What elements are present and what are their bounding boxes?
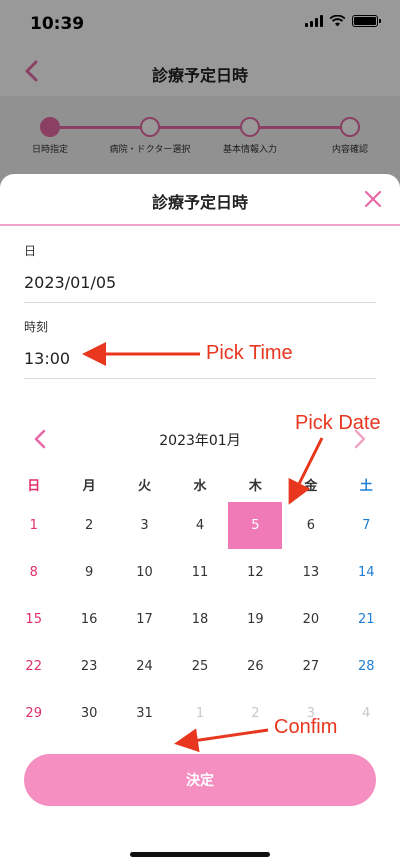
calendar-day[interactable]: 19 <box>228 596 283 643</box>
calendar-day[interactable]: 8 <box>6 549 61 596</box>
calendar-day-number: 8 <box>29 565 38 580</box>
sheet-header: 診療予定日時 <box>0 174 400 226</box>
date-field-value[interactable]: 2023/01/05 <box>24 273 376 303</box>
weekday-header: 土 <box>359 478 373 494</box>
home-indicator <box>130 852 270 857</box>
weekday-header: 日 <box>27 478 41 494</box>
calendar-day-number: 17 <box>136 612 153 627</box>
calendar-day[interactable]: 4 <box>172 502 227 549</box>
calendar-day[interactable]: 31 <box>117 690 172 737</box>
calendar-day-number: 1 <box>29 518 38 533</box>
calendar-day[interactable]: 24 <box>117 643 172 690</box>
calendar-day[interactable]: 15 <box>6 596 61 643</box>
calendar-day-number: 23 <box>80 659 98 674</box>
calendar-day-number: 4 <box>362 706 371 721</box>
calendar-day: 1 <box>172 690 227 737</box>
calendar-day-number: 4 <box>195 518 205 533</box>
calendar-day-number: 26 <box>247 659 264 674</box>
calendar-day[interactable]: 30 <box>61 690 116 737</box>
calendar-day-number: 20 <box>302 612 320 627</box>
calendar-day[interactable]: 18 <box>172 596 227 643</box>
calendar-day[interactable]: 9 <box>61 549 116 596</box>
calendar-day-number: 27 <box>302 659 320 674</box>
calendar-day-number: 25 <box>191 659 209 674</box>
calendar-day[interactable]: 7 <box>339 502 394 549</box>
weekday-header: 月 <box>82 478 96 494</box>
calendar-day-number: 18 <box>191 612 209 627</box>
calendar-day-number: 14 <box>357 565 375 580</box>
calendar-day[interactable]: 29 <box>6 690 61 737</box>
calendar-day-number: 1 <box>195 706 205 721</box>
confirm-button-label: 決定 <box>186 773 214 789</box>
calendar-grid: 日月火水木金土 1 2 3 4 5 6 7 8 9 10 11 12 13 14 15 16 17 18 19 20 21… <box>6 466 394 737</box>
calendar-day-number: 13 <box>302 565 320 580</box>
calendar-day-number: 5 <box>228 502 283 549</box>
calendar-day-number: 22 <box>25 659 42 674</box>
calendar-day[interactable]: 27 <box>283 643 338 690</box>
calendar-day[interactable]: 23 <box>61 643 116 690</box>
calendar-day-number: 3 <box>140 518 149 533</box>
calendar-day[interactable]: 11 <box>172 549 227 596</box>
confirm-button[interactable]: 決定 <box>24 754 376 806</box>
calendar-day: 4 <box>339 690 394 737</box>
time-field-label: 時刻 <box>24 320 49 334</box>
calendar-day[interactable]: 25 <box>172 643 227 690</box>
pick-date-annotation: Pick Date <box>295 412 381 434</box>
time-field[interactable]: 時刻 13:00 <box>24 318 376 379</box>
calendar-day[interactable]: 20 <box>283 596 338 643</box>
calendar-day-number: 11 <box>191 565 209 580</box>
calendar-day-number: 6 <box>306 518 315 533</box>
calendar-day-number: 15 <box>25 612 42 627</box>
pick-time-annotation: Pick Time <box>206 342 293 364</box>
calendar-day[interactable]: 2 <box>61 502 116 549</box>
calendar-day[interactable]: 6 <box>283 502 338 549</box>
calendar-day[interactable]: 26 <box>228 643 283 690</box>
calendar-day[interactable]: 17 <box>117 596 172 643</box>
calendar-day-number: 28 <box>357 659 375 674</box>
calendar-day-number: 24 <box>136 659 153 674</box>
calendar-day[interactable]: 22 <box>6 643 61 690</box>
calendar-day-number: 16 <box>80 612 98 627</box>
calendar-day-number: 31 <box>136 706 153 721</box>
calendar-day-number: 21 <box>357 612 375 627</box>
calendar-day-number: 12 <box>247 565 264 580</box>
calendar-day-number: 19 <box>247 612 264 627</box>
weekday-header: 火 <box>138 478 152 494</box>
sheet-title: 診療予定日時 <box>151 193 248 212</box>
calendar-day[interactable]: 13 <box>283 549 338 596</box>
calendar-day[interactable]: 12 <box>228 549 283 596</box>
close-icon[interactable] <box>360 186 386 212</box>
calendar-day-number: 30 <box>80 706 98 721</box>
weekday-header: 木 <box>248 478 262 494</box>
calendar-day[interactable]: 28 <box>339 643 394 690</box>
calendar-day-number: 9 <box>84 565 94 580</box>
date-field-label: 日 <box>24 244 37 258</box>
confirm-annotation: Confim <box>274 716 338 738</box>
calendar-day[interactable]: 16 <box>61 596 116 643</box>
calendar-day[interactable]: 1 <box>6 502 61 549</box>
calendar-day-number: 29 <box>25 706 42 721</box>
calendar-day-number: 10 <box>136 565 153 580</box>
weekday-header: 金 <box>304 478 318 494</box>
calendar-day[interactable]: 3 <box>117 502 172 549</box>
calendar-day[interactable]: 21 <box>339 596 394 643</box>
datetime-sheet: 診療予定日時 日 2023/01/05 時刻 13:00 2023年01月 日月… <box>0 174 400 866</box>
calendar-day-number: 2 <box>84 518 94 533</box>
calendar-day[interactable]: 10 <box>117 549 172 596</box>
calendar-day-selected[interactable]: 5 <box>228 502 283 549</box>
calendar-day-number: 7 <box>362 518 371 533</box>
time-field-value[interactable]: 13:00 <box>24 349 376 379</box>
weekday-header: 水 <box>193 478 207 494</box>
calendar-day[interactable]: 14 <box>339 549 394 596</box>
date-field[interactable]: 日 2023/01/05 <box>24 242 376 303</box>
